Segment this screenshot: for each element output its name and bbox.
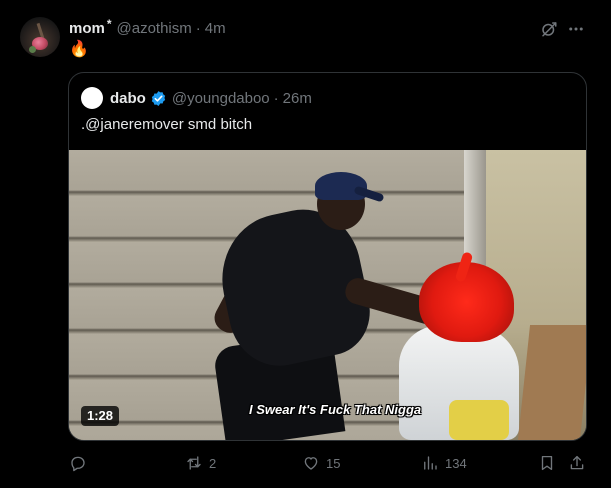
like-icon <box>304 457 318 470</box>
repost-button[interactable]: 2 <box>185 451 216 475</box>
share-button[interactable] <box>568 451 586 475</box>
author-handle[interactable]: @azothism <box>117 20 192 37</box>
quoted-tweet[interactable]: dabo @youngdaboo · 26m .@janeremover smd… <box>68 72 587 441</box>
avatar[interactable] <box>20 17 60 57</box>
quoted-author-handle[interactable]: @youngdaboo <box>172 90 270 107</box>
reply-button[interactable] <box>69 451 93 475</box>
views-count: 134 <box>445 455 467 471</box>
share-icon <box>570 455 584 470</box>
video-scene-box <box>517 325 586 440</box>
more-icon[interactable] <box>567 20 585 38</box>
quoted-avatar[interactable] <box>81 87 103 109</box>
views-icon <box>424 456 437 470</box>
reply-icon <box>71 456 85 472</box>
tweet-text: 🔥 <box>69 41 89 58</box>
separator-dot: · <box>195 19 201 37</box>
tweet[interactable]: mom * @azothism · 4m 🔥 dabo @youngdaboo … <box>0 0 611 488</box>
quoted-header: dabo @youngdaboo · 26m <box>110 87 312 109</box>
tweet-header: mom * @azothism · 4m <box>69 17 226 38</box>
grok-slash-icon[interactable] <box>540 20 558 38</box>
action-bar: 2 15 134 <box>0 451 611 475</box>
video-duration: 1:28 <box>81 406 120 426</box>
repost-icon <box>187 456 201 470</box>
bookmark-button[interactable] <box>538 451 556 475</box>
quoted-video[interactable]: I Swear It's Fuck That Nigga 1:28 <box>69 150 586 440</box>
repost-count: 2 <box>209 455 217 471</box>
author-name[interactable]: mom <box>69 20 105 37</box>
author-star: * <box>106 17 112 31</box>
like-count: 15 <box>326 455 341 471</box>
quoted-text: .@janeremover smd bitch <box>81 116 253 133</box>
like-button[interactable]: 15 <box>302 451 340 475</box>
video-scene-yellow-item <box>449 400 509 440</box>
video-caption: I Swear It's Fuck That Nigga <box>249 402 422 417</box>
verified-badge-icon <box>151 90 166 106</box>
bookmark-icon <box>541 455 553 471</box>
quoted-separator-dot: · <box>273 89 279 107</box>
quoted-time[interactable]: 26m <box>283 90 312 107</box>
views-button[interactable]: 134 <box>421 451 467 475</box>
quoted-author-name[interactable]: dabo <box>110 90 146 107</box>
tweet-time[interactable]: 4m <box>205 20 226 37</box>
avatar-leaf <box>29 46 36 53</box>
